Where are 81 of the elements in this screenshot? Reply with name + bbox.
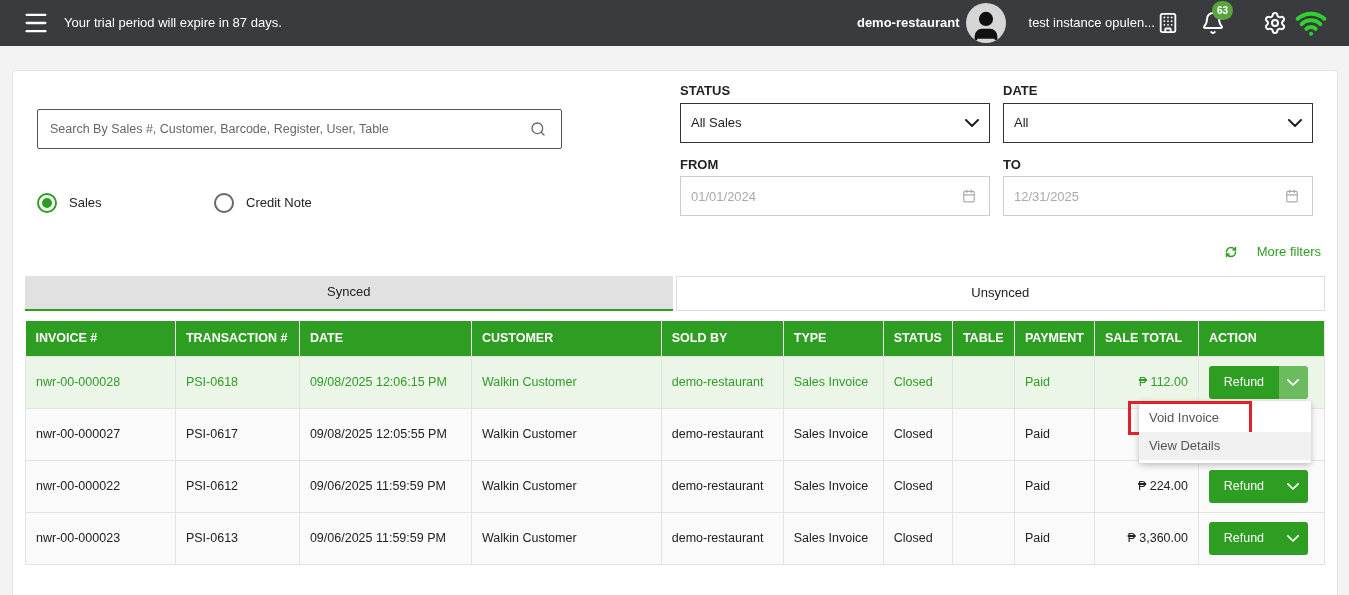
user-name[interactable]: demo-restaurant [856,13,960,33]
table-cell: nwr-00-000027 [25,408,176,461]
avatar[interactable] [965,3,1006,43]
radio-option[interactable]: Sales [37,193,214,213]
column-header: ACTION [1198,320,1325,357]
calendar-icon [1285,189,1299,203]
field-label: DATE [1003,82,1039,100]
more-filters-link[interactable]: More filters [1256,242,1321,262]
table-cell: Walkin Customer [471,408,662,461]
calendar-icon [962,189,976,203]
menu-item[interactable]: View Details [1138,432,1311,460]
table-cell: Walkin Customer [471,460,662,513]
table-cell: ₱ 3,360.00 [1094,512,1199,565]
column-header: PAYMENT [1014,320,1095,357]
table-cell: Sales Invoice [783,460,884,513]
table-cell: nwr-00-000023 [25,512,176,565]
table-cell: Sales Invoice [783,408,884,461]
table-cell: demo-restaurant [661,356,784,409]
chevron-down-icon [1287,379,1300,386]
table-cell: PSI-0617 [175,408,300,461]
column-header: STATUS [883,320,953,357]
sync-tab[interactable]: Synced [25,275,673,311]
table-cell: Walkin Customer [471,356,662,409]
table-cell: demo-restaurant [661,460,784,513]
chevron-down-icon [965,118,979,127]
refresh-icon[interactable] [1224,245,1237,258]
table-cell: Closed [883,356,953,409]
column-header: DATE [299,320,472,357]
table-cell: ₱ 224.00 [1094,460,1199,513]
radio-option[interactable]: Credit Note [214,193,391,213]
column-header: INVOICE # [25,320,176,357]
notification-count: 63 [1212,1,1234,20]
table-cell: PSI-0613 [175,512,300,565]
column-header: CUSTOMER [471,320,662,357]
select-field[interactable]: All [1003,102,1313,143]
table-cell: Sales Invoice [783,356,884,409]
table-cell: 09/06/2025 11:59:59 PM [299,460,472,513]
radio-button[interactable] [37,193,57,213]
building-icon[interactable] [1157,12,1179,34]
table-cell: Paid [1014,408,1095,461]
field-label: STATUS [680,82,732,100]
chevron-down-icon [1287,535,1300,542]
table-cell: Closed [883,408,953,461]
column-header: SOLD BY [661,320,784,357]
column-header: SALE TOTAL [1094,320,1199,357]
table-cell: demo-restaurant [661,512,784,565]
settings-icon[interactable] [1263,11,1287,35]
search-field[interactable]: Search By Sales #, Customer, Barcode, Register, User, Table [37,109,562,149]
sync-tab[interactable]: Unsynced [675,275,1325,311]
table-cell: demo-restaurant [661,408,784,461]
field-label: TO [1003,155,1022,174]
date-field[interactable]: 01/01/2024 [680,176,990,216]
trial-notice: Your trial period will expire in 87 days. [64,14,282,33]
table-cell: Paid [1014,356,1095,409]
table-cell: Closed [883,460,953,513]
date-field[interactable]: 12/31/2025 [1003,176,1313,216]
table-cell: 09/06/2025 11:59:59 PM [299,512,472,565]
column-header: TYPE [783,320,884,357]
table-cell: PSI-0618 [175,356,300,409]
options-button[interactable] [1278,366,1308,399]
table-cell: nwr-00-000022 [25,460,176,513]
table-cell: nwr-00-000028 [25,356,176,409]
table-cell: Closed [883,512,953,565]
table-cell: 09/08/2025 12:06:15 PM [299,356,472,409]
table-cell: Paid [1014,512,1095,565]
table-cell [952,356,1015,409]
column-header: TRANSACTION # [175,320,300,357]
table-cell: PSI-0612 [175,460,300,513]
table-cell: Walkin Customer [471,512,662,565]
field-label: FROM [680,155,720,174]
column-header: TABLE [952,320,1015,357]
radio-button[interactable] [214,193,234,213]
chevron-down-icon [1287,483,1300,490]
chevron-down-icon [1288,118,1302,127]
table-cell: 09/08/2025 12:05:55 PM [299,408,472,461]
table-cell: Sales Invoice [783,512,884,565]
table-cell: Paid [1014,460,1095,513]
select-field[interactable]: All Sales [680,102,990,143]
table-cell [952,512,1015,565]
instance-name[interactable]: test instance opulen... [1028,13,1155,33]
search-icon [530,121,546,137]
